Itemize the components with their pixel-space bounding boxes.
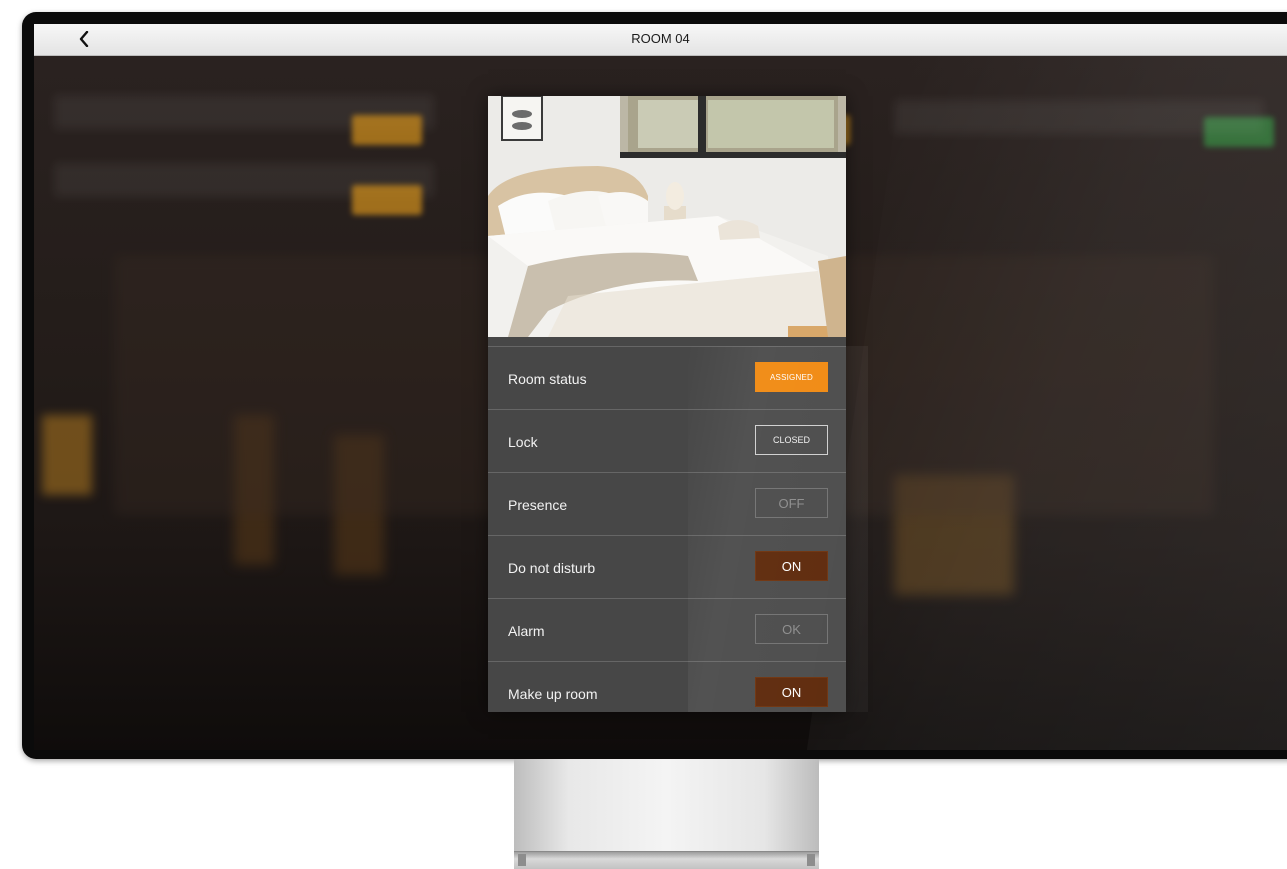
room-photo xyxy=(488,96,846,337)
make-up-room-button[interactable]: ON xyxy=(755,677,828,707)
alarm-button[interactable]: OK xyxy=(755,614,828,644)
screen: ROOM 04 Room status ASSIGNED Lock CLOSED… xyxy=(34,24,1287,750)
status-row-alarm: Alarm OK xyxy=(488,598,846,661)
row-label: Presence xyxy=(508,497,568,513)
presence-button[interactable]: OFF xyxy=(755,488,828,518)
lock-button[interactable]: CLOSED xyxy=(755,425,828,455)
monitor-stand xyxy=(514,759,819,855)
room-panel: Room status ASSIGNED Lock CLOSED Presenc… xyxy=(488,96,868,712)
status-row-presence: Presence OFF xyxy=(488,472,846,535)
status-row-make-up-room: Make up room ON xyxy=(488,661,846,722)
row-label: Make up room xyxy=(508,686,598,702)
row-label: Room status xyxy=(508,371,587,387)
status-row-room-status: Room status ASSIGNED xyxy=(488,346,846,409)
title-bar: ROOM 04 xyxy=(34,24,1287,56)
monitor-base xyxy=(514,851,819,869)
bg-badge xyxy=(352,115,422,145)
page-title: ROOM 04 xyxy=(631,31,690,46)
do-not-disturb-button[interactable]: ON xyxy=(755,551,828,581)
bg-shape xyxy=(42,415,92,495)
status-row-lock: Lock CLOSED xyxy=(488,409,846,472)
bg-badge xyxy=(352,185,422,215)
status-list: Room status ASSIGNED Lock CLOSED Presenc… xyxy=(488,346,846,722)
row-label: Lock xyxy=(508,434,538,450)
screen-reflection xyxy=(800,35,1287,750)
row-label: Alarm xyxy=(508,623,545,639)
row-label: Do not disturb xyxy=(508,560,596,576)
status-row-do-not-disturb: Do not disturb ON xyxy=(488,535,846,598)
room-status-button[interactable]: ASSIGNED xyxy=(755,362,828,392)
